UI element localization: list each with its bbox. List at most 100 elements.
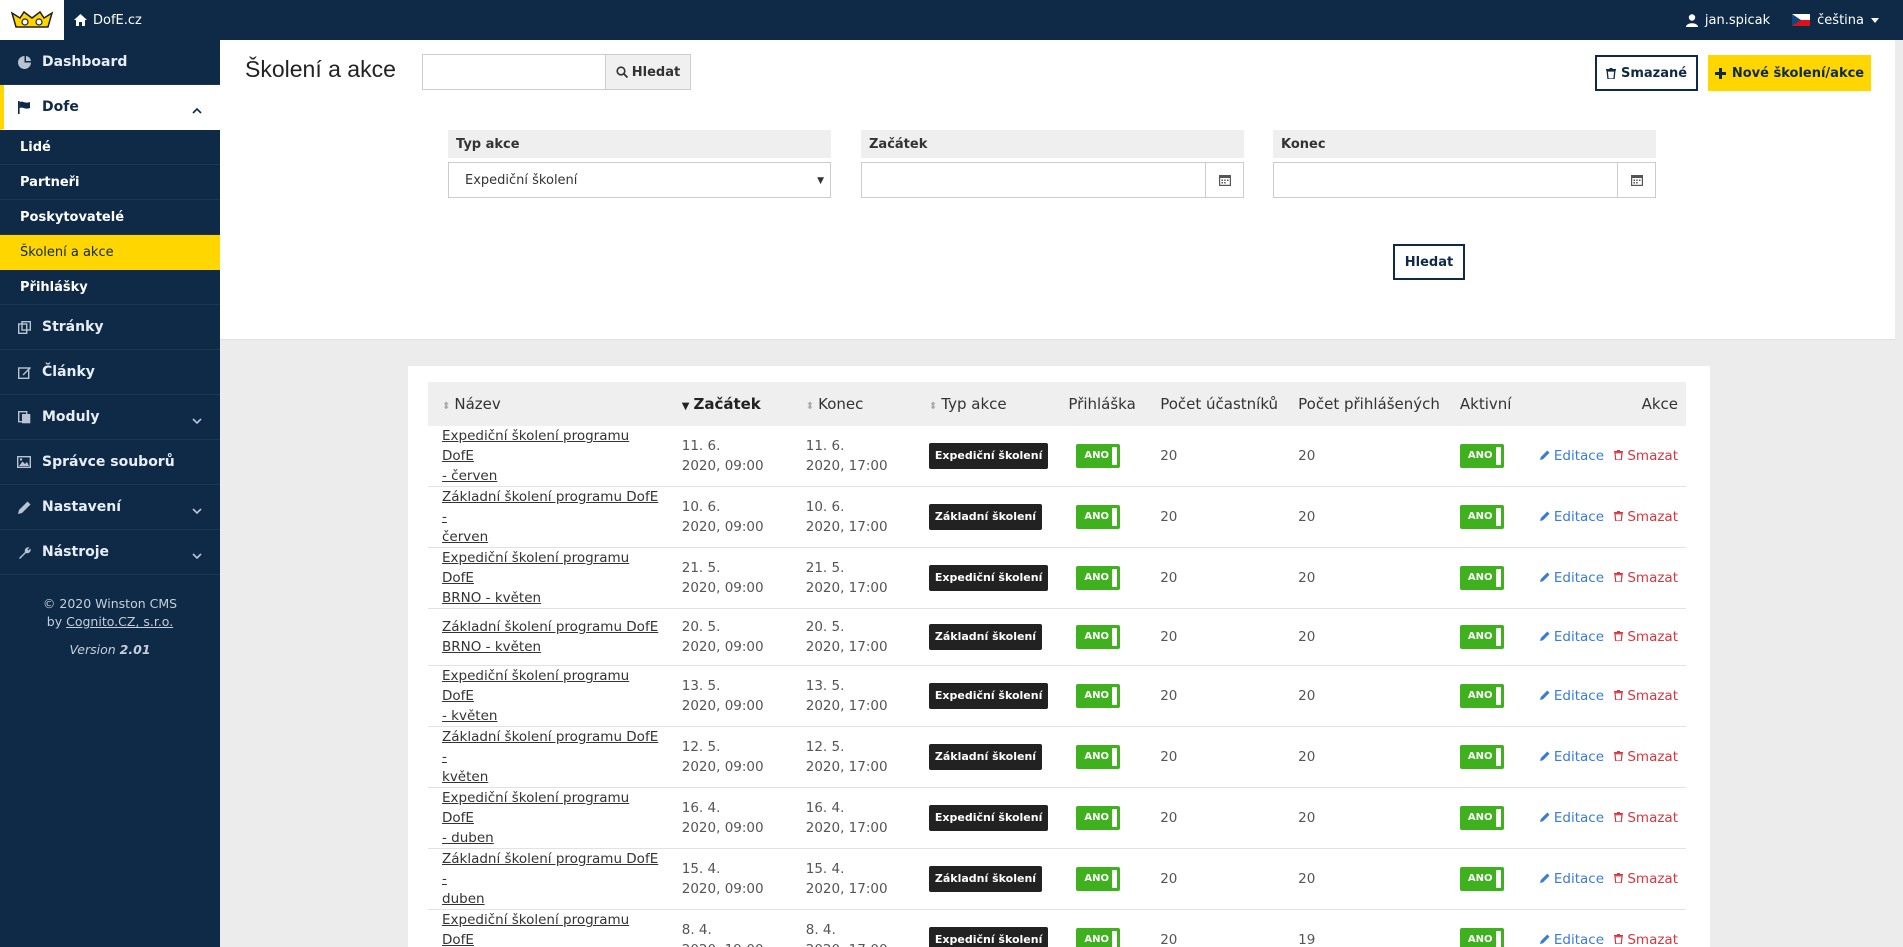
cell-start: 10. 6. 2020, 09:00 (668, 487, 792, 548)
edit-link[interactable]: Editace (1539, 509, 1604, 525)
training-name-link[interactable]: Expediční školení programu DofEOSTRAVA -… (442, 912, 629, 947)
registration-toggle[interactable]: ANO (1076, 745, 1121, 769)
dofe-logo[interactable] (0, 0, 64, 40)
sidebar-subitem-skoleni-a-akce[interactable]: Školení a akce (0, 235, 220, 270)
edit-link[interactable]: Editace (1539, 749, 1604, 765)
end-time: 2020, 17:00 (806, 942, 888, 947)
registration-toggle[interactable]: ANO (1076, 806, 1121, 830)
training-name-link[interactable]: Expediční školení programu DofE - červen (442, 428, 629, 484)
end-time: 2020, 17:00 (805, 519, 888, 535)
cell-type: Expediční školení (915, 426, 1055, 487)
sidebar-subitem-partneri[interactable]: Partneři (0, 165, 220, 200)
sidebar-subitem-poskytovatele[interactable]: Poskytovatelé (0, 200, 220, 235)
training-name-link[interactable]: Expediční školení programu DofE - duben (442, 790, 629, 846)
registration-toggle[interactable]: ANO (1076, 928, 1121, 947)
active-toggle[interactable]: ANO (1459, 745, 1504, 769)
registration-toggle[interactable]: ANO (1076, 566, 1121, 590)
toggle-label: ANO (1084, 751, 1109, 762)
sidebar-item-nastroje[interactable]: Nástroje (0, 530, 220, 575)
sidebar-item-clanky[interactable]: Články (0, 350, 220, 395)
training-name-link[interactable]: Expediční školení programu DofE BRNO - kv… (442, 550, 629, 606)
edit-link[interactable]: Editace (1539, 871, 1604, 887)
active-toggle[interactable]: ANO (1459, 566, 1504, 590)
registration-toggle[interactable]: ANO (1076, 867, 1121, 891)
col-label: Konec (818, 395, 864, 413)
sidebar-subitem-lide[interactable]: Lidé (0, 130, 220, 165)
training-name-link[interactable]: Základní školení programu DofE - červen (442, 489, 658, 545)
sidebar-item-dofe[interactable]: Dofe (0, 85, 220, 130)
sidebar-item-dashboard[interactable]: Dashboard (0, 40, 220, 85)
col-header-typ-akce[interactable]: ⬍ Typ akce (915, 382, 1055, 426)
cell-registered: 20 (1298, 448, 1316, 464)
training-name-link[interactable]: Základní školení programu DofE - duben (442, 851, 658, 907)
user-menu[interactable]: jan.spicak (1685, 13, 1770, 28)
delete-link[interactable]: Smazat (1614, 509, 1678, 525)
calendar-icon[interactable] (1617, 163, 1655, 197)
edit-link[interactable]: Editace (1539, 448, 1604, 464)
col-header-akce: Akce (1641, 395, 1678, 413)
trainings-table-card: ⬍ Název ▼ Začátek ⬍ Konec ⬍ Typ akce Přihláš… (408, 366, 1710, 947)
registration-toggle[interactable]: ANO (1076, 625, 1121, 649)
search-button[interactable]: Hledat (605, 54, 691, 90)
registration-toggle[interactable]: ANO (1076, 444, 1121, 468)
delete-link[interactable]: Smazat (1614, 810, 1678, 826)
edit-link[interactable]: Editace (1539, 932, 1604, 947)
cell-type: Expediční školení (915, 788, 1055, 849)
cell-registration: ANO (1054, 727, 1146, 788)
search-input[interactable] (422, 54, 605, 90)
registration-toggle[interactable]: ANO (1076, 505, 1121, 529)
delete-link[interactable]: Smazat (1614, 871, 1678, 887)
active-toggle[interactable]: ANO (1459, 505, 1504, 529)
active-toggle[interactable]: ANO (1459, 444, 1504, 468)
start-date: 10. 6. (681, 499, 721, 515)
delete-link[interactable]: Smazat (1614, 749, 1678, 765)
col-header-konec[interactable]: ⬍ Konec (792, 382, 915, 426)
active-toggle[interactable]: ANO (1459, 928, 1504, 947)
name-line1: Základní školení programu DofE - (442, 729, 659, 765)
new-training-button[interactable]: Nové školení/akce (1708, 55, 1871, 91)
edit-link[interactable]: Editace (1539, 570, 1604, 586)
sidebar-subitem-prihlasky[interactable]: Přihlášky (0, 270, 220, 305)
registration-toggle[interactable]: ANO (1076, 684, 1121, 708)
delete-link[interactable]: Smazat (1614, 629, 1678, 645)
delete-link[interactable]: Smazat (1614, 570, 1678, 586)
calendar-icon[interactable] (1205, 163, 1243, 197)
active-toggle[interactable]: ANO (1459, 867, 1504, 891)
trash-icon (1614, 690, 1624, 701)
sidebar-footer: © 2020 Winston CMS by Cognito.CZ, s.r.o.… (0, 595, 220, 659)
type-select[interactable]: Expediční školení ▼ (448, 162, 831, 198)
language-dropdown[interactable]: čeština (1792, 13, 1879, 28)
active-toggle[interactable]: ANO (1459, 684, 1504, 708)
end-time: 2020, 17:00 (805, 698, 888, 714)
cell-actions: Editace Smazat (1526, 548, 1686, 609)
col-header-zacatek[interactable]: ▼ Začátek (668, 382, 792, 426)
delete-link[interactable]: Smazat (1614, 932, 1678, 947)
edit-link[interactable]: Editace (1539, 810, 1604, 826)
sidebar-item-nastaveni[interactable]: Nastavení (0, 485, 220, 530)
filter-search-button[interactable]: Hledat (1393, 244, 1465, 280)
edit-link[interactable]: Editace (1539, 688, 1604, 704)
active-toggle[interactable]: ANO (1459, 806, 1504, 830)
end-date: 8. 4. (805, 922, 836, 938)
start-date-input[interactable] (861, 162, 1244, 198)
sidebar-item-moduly[interactable]: Moduly (0, 395, 220, 440)
end-date: 21. 5. (805, 560, 845, 576)
delete-link[interactable]: Smazat (1614, 688, 1678, 704)
company-link[interactable]: Cognito.CZ, s.r.o. (66, 614, 173, 629)
start-time: 2020, 09:00 (681, 698, 764, 714)
edit-link[interactable]: Editace (1539, 629, 1604, 645)
sidebar-item-stranky[interactable]: Stránky (0, 305, 220, 350)
training-name-link[interactable]: Základní školení programu DofE - květen (442, 729, 658, 785)
deleted-button[interactable]: Smazané (1595, 55, 1698, 91)
col-header-nazev[interactable]: ⬍ Název (428, 382, 668, 426)
site-link[interactable]: DofE.cz (74, 0, 142, 40)
active-toggle[interactable]: ANO (1459, 625, 1504, 649)
cell-type: Základní školení (915, 727, 1055, 788)
training-name-link[interactable]: Expediční školení programu DofE - květen (442, 668, 629, 724)
end-date-input[interactable] (1273, 162, 1656, 198)
sidebar-item-spravce-souboru[interactable]: Správce souborů (0, 440, 220, 485)
end-date: 12. 5. (805, 739, 845, 755)
training-name-link[interactable]: Základní školení programu DofE BRNO - kvě… (442, 619, 658, 655)
cell-name: Základní školení programu DofE - červen (428, 487, 668, 548)
delete-link[interactable]: Smazat (1614, 448, 1678, 464)
